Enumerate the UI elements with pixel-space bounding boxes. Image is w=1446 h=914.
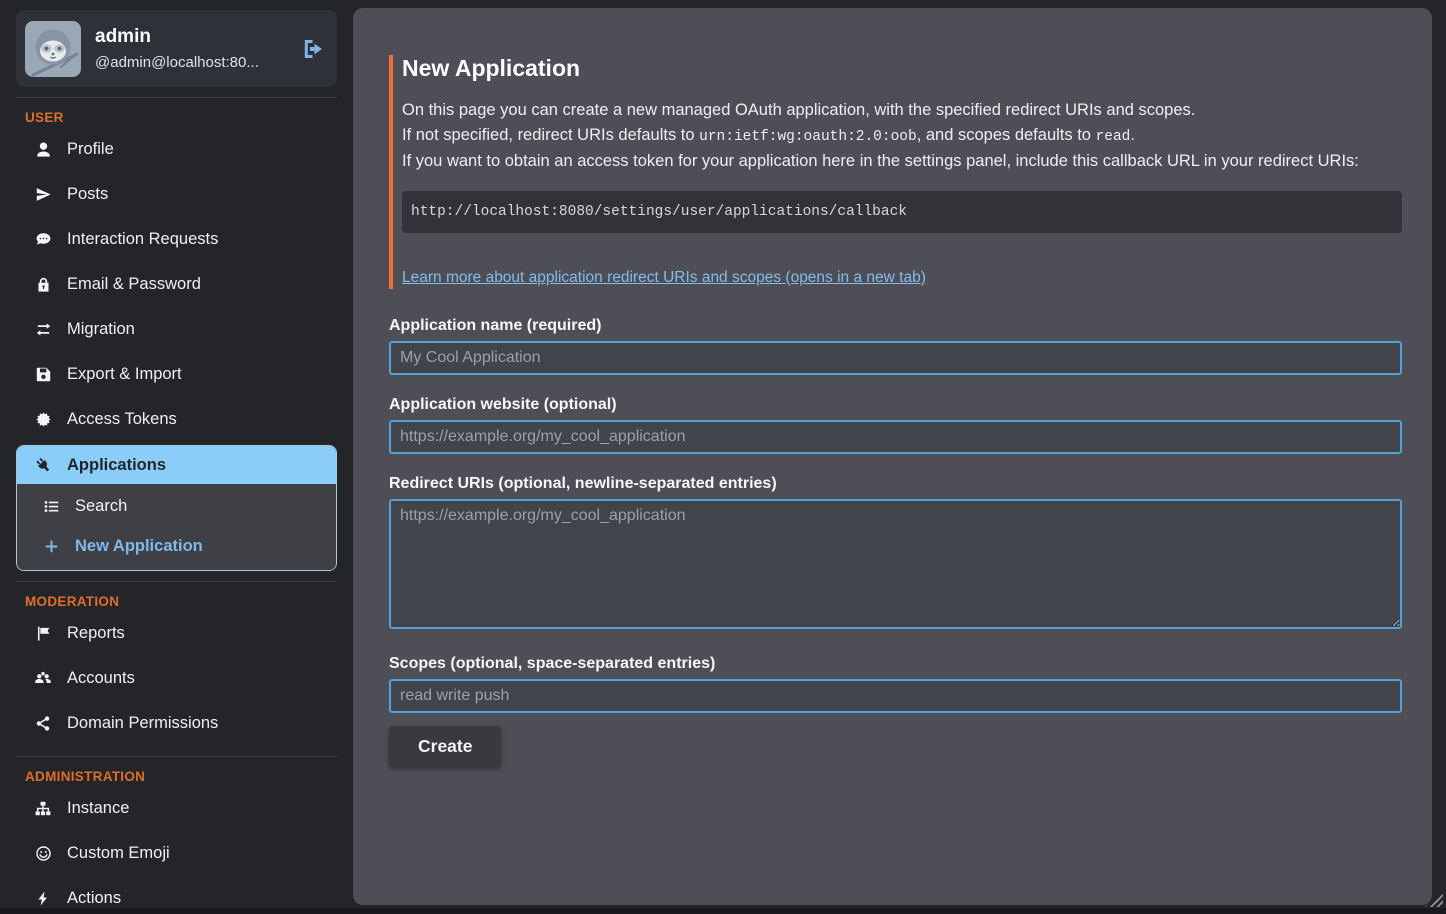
- learn-more-link[interactable]: Learn more about application redirect UR…: [402, 269, 926, 287]
- applications-group: Applications Search New Application: [16, 445, 337, 571]
- user-handle: @admin@localhost:80...: [95, 54, 287, 71]
- scopes-input[interactable]: [389, 679, 1402, 713]
- sidebar-item-label: Email & Password: [67, 275, 201, 294]
- sitemap-icon: [33, 800, 53, 817]
- intro-line-1: On this page you can create a new manage…: [402, 98, 1402, 123]
- sidebar-item-label: Domain Permissions: [67, 714, 218, 733]
- sidebar-item-reports[interactable]: Reports: [16, 611, 337, 656]
- sidebar-item-custom-emoji[interactable]: Custom Emoji: [16, 831, 337, 876]
- sidebar-item-export-import[interactable]: Export & Import: [16, 352, 337, 397]
- sidebar-item-label: Interaction Requests: [67, 230, 218, 249]
- sidebar-item-label: Custom Emoji: [67, 844, 170, 863]
- sidebar-item-label: Reports: [67, 624, 125, 643]
- redirect-uris-field-group: Redirect URIs (optional, newline-separat…: [389, 475, 1402, 634]
- sidebar-item-label: Accounts: [67, 669, 135, 688]
- exchange-icon: [33, 321, 53, 338]
- sidebar-item-access-tokens[interactable]: Access Tokens: [16, 397, 337, 442]
- application-website-input[interactable]: [389, 420, 1402, 454]
- sidebar-item-label: Export & Import: [67, 365, 182, 384]
- section-header-user: USER: [25, 110, 337, 125]
- bolt-icon: [33, 890, 53, 907]
- sidebar-item-interaction-requests[interactable]: Interaction Requests: [16, 217, 337, 262]
- page-title: New Application: [402, 55, 1402, 82]
- plug-icon: [30, 452, 56, 478]
- scopes-field-group: Scopes (optional, space-separated entrie…: [389, 655, 1402, 713]
- sidebar-item-label: Migration: [67, 320, 135, 339]
- sidebar-subitem-new-application[interactable]: New Application: [17, 526, 336, 566]
- section-header-administration: ADMINISTRATION: [25, 769, 337, 784]
- sidebar-item-email-password[interactable]: Email & Password: [16, 262, 337, 307]
- sidebar-item-label: Actions: [67, 889, 121, 908]
- application-website-field-group: Application website (optional): [389, 396, 1402, 454]
- redirect-uris-textarea[interactable]: [389, 499, 1402, 629]
- user-icon: [33, 141, 53, 158]
- applications-submenu: Search New Application: [17, 484, 336, 570]
- plus-icon: [41, 538, 61, 555]
- sidebar-item-label: Instance: [67, 799, 129, 818]
- callback-url-code-block: http://localhost:8080/settings/user/appl…: [402, 191, 1402, 233]
- floppy-disk-icon: [33, 366, 53, 383]
- application-name-field-group: Application name (required): [389, 317, 1402, 375]
- divider: [16, 756, 337, 757]
- sidebar-item-label: Access Tokens: [67, 410, 177, 429]
- sidebar-item-profile[interactable]: Profile: [16, 127, 337, 172]
- sidebar-item-label: Posts: [67, 185, 108, 204]
- sidebar-subitem-label: Search: [75, 497, 127, 516]
- application-name-label: Application name (required): [389, 317, 1402, 335]
- sidebar-item-instance[interactable]: Instance: [16, 786, 337, 831]
- users-icon: [33, 670, 53, 687]
- lock-icon: [33, 276, 53, 293]
- sidebar-item-domain-permissions[interactable]: Domain Permissions: [16, 701, 337, 746]
- scopes-label: Scopes (optional, space-separated entrie…: [389, 655, 1402, 673]
- user-card[interactable]: admin @admin@localhost:80...: [16, 10, 337, 87]
- sidebar-item-posts[interactable]: Posts: [16, 172, 337, 217]
- intro-line-2: If not specified, redirect URIs defaults…: [402, 123, 1402, 150]
- create-button[interactable]: Create: [389, 726, 501, 767]
- sidebar-item-label: Applications: [67, 456, 166, 475]
- sidebar-subitem-search[interactable]: Search: [17, 486, 336, 526]
- certificate-icon: [33, 411, 53, 428]
- divider: [16, 581, 337, 582]
- new-application-form: Application name (required) Application …: [389, 317, 1402, 767]
- application-name-input[interactable]: [389, 341, 1402, 375]
- intro-text: On this page you can create a new manage…: [402, 98, 1402, 174]
- smile-icon: [33, 845, 53, 862]
- username: admin: [95, 26, 287, 48]
- divider: [16, 97, 337, 98]
- share-nodes-icon: [33, 715, 53, 732]
- sidebar-item-accounts[interactable]: Accounts: [16, 656, 337, 701]
- comment-dots-icon: [33, 231, 53, 248]
- window-bottom-edge: [0, 908, 1446, 914]
- flag-icon: [33, 625, 53, 642]
- list-icon: [41, 498, 61, 515]
- application-website-label: Application website (optional): [389, 396, 1402, 414]
- avatar: [25, 21, 81, 77]
- settings-sidebar: admin @admin@localhost:80... USER Profil…: [0, 0, 345, 914]
- intro-line-3: If you want to obtain an access token fo…: [402, 149, 1402, 174]
- intro-block: New Application On this page you can cre…: [389, 55, 1402, 289]
- sidebar-item-label: Profile: [67, 140, 114, 159]
- inline-code-oob: urn:ietf:wg:oauth:2.0:oob: [699, 129, 917, 145]
- redirect-uris-label: Redirect URIs (optional, newline-separat…: [389, 475, 1402, 493]
- sidebar-subitem-label: New Application: [75, 537, 203, 556]
- sloth-avatar-image: [25, 21, 81, 77]
- inline-code-read: read: [1096, 129, 1131, 145]
- new-application-panel: New Application On this page you can cre…: [353, 8, 1432, 905]
- sidebar-item-applications-selected[interactable]: Applications: [17, 446, 336, 484]
- paper-plane-icon: [33, 186, 53, 203]
- logout-icon[interactable]: [301, 37, 325, 61]
- sidebar-item-migration[interactable]: Migration: [16, 307, 337, 352]
- section-header-moderation: MODERATION: [25, 594, 337, 609]
